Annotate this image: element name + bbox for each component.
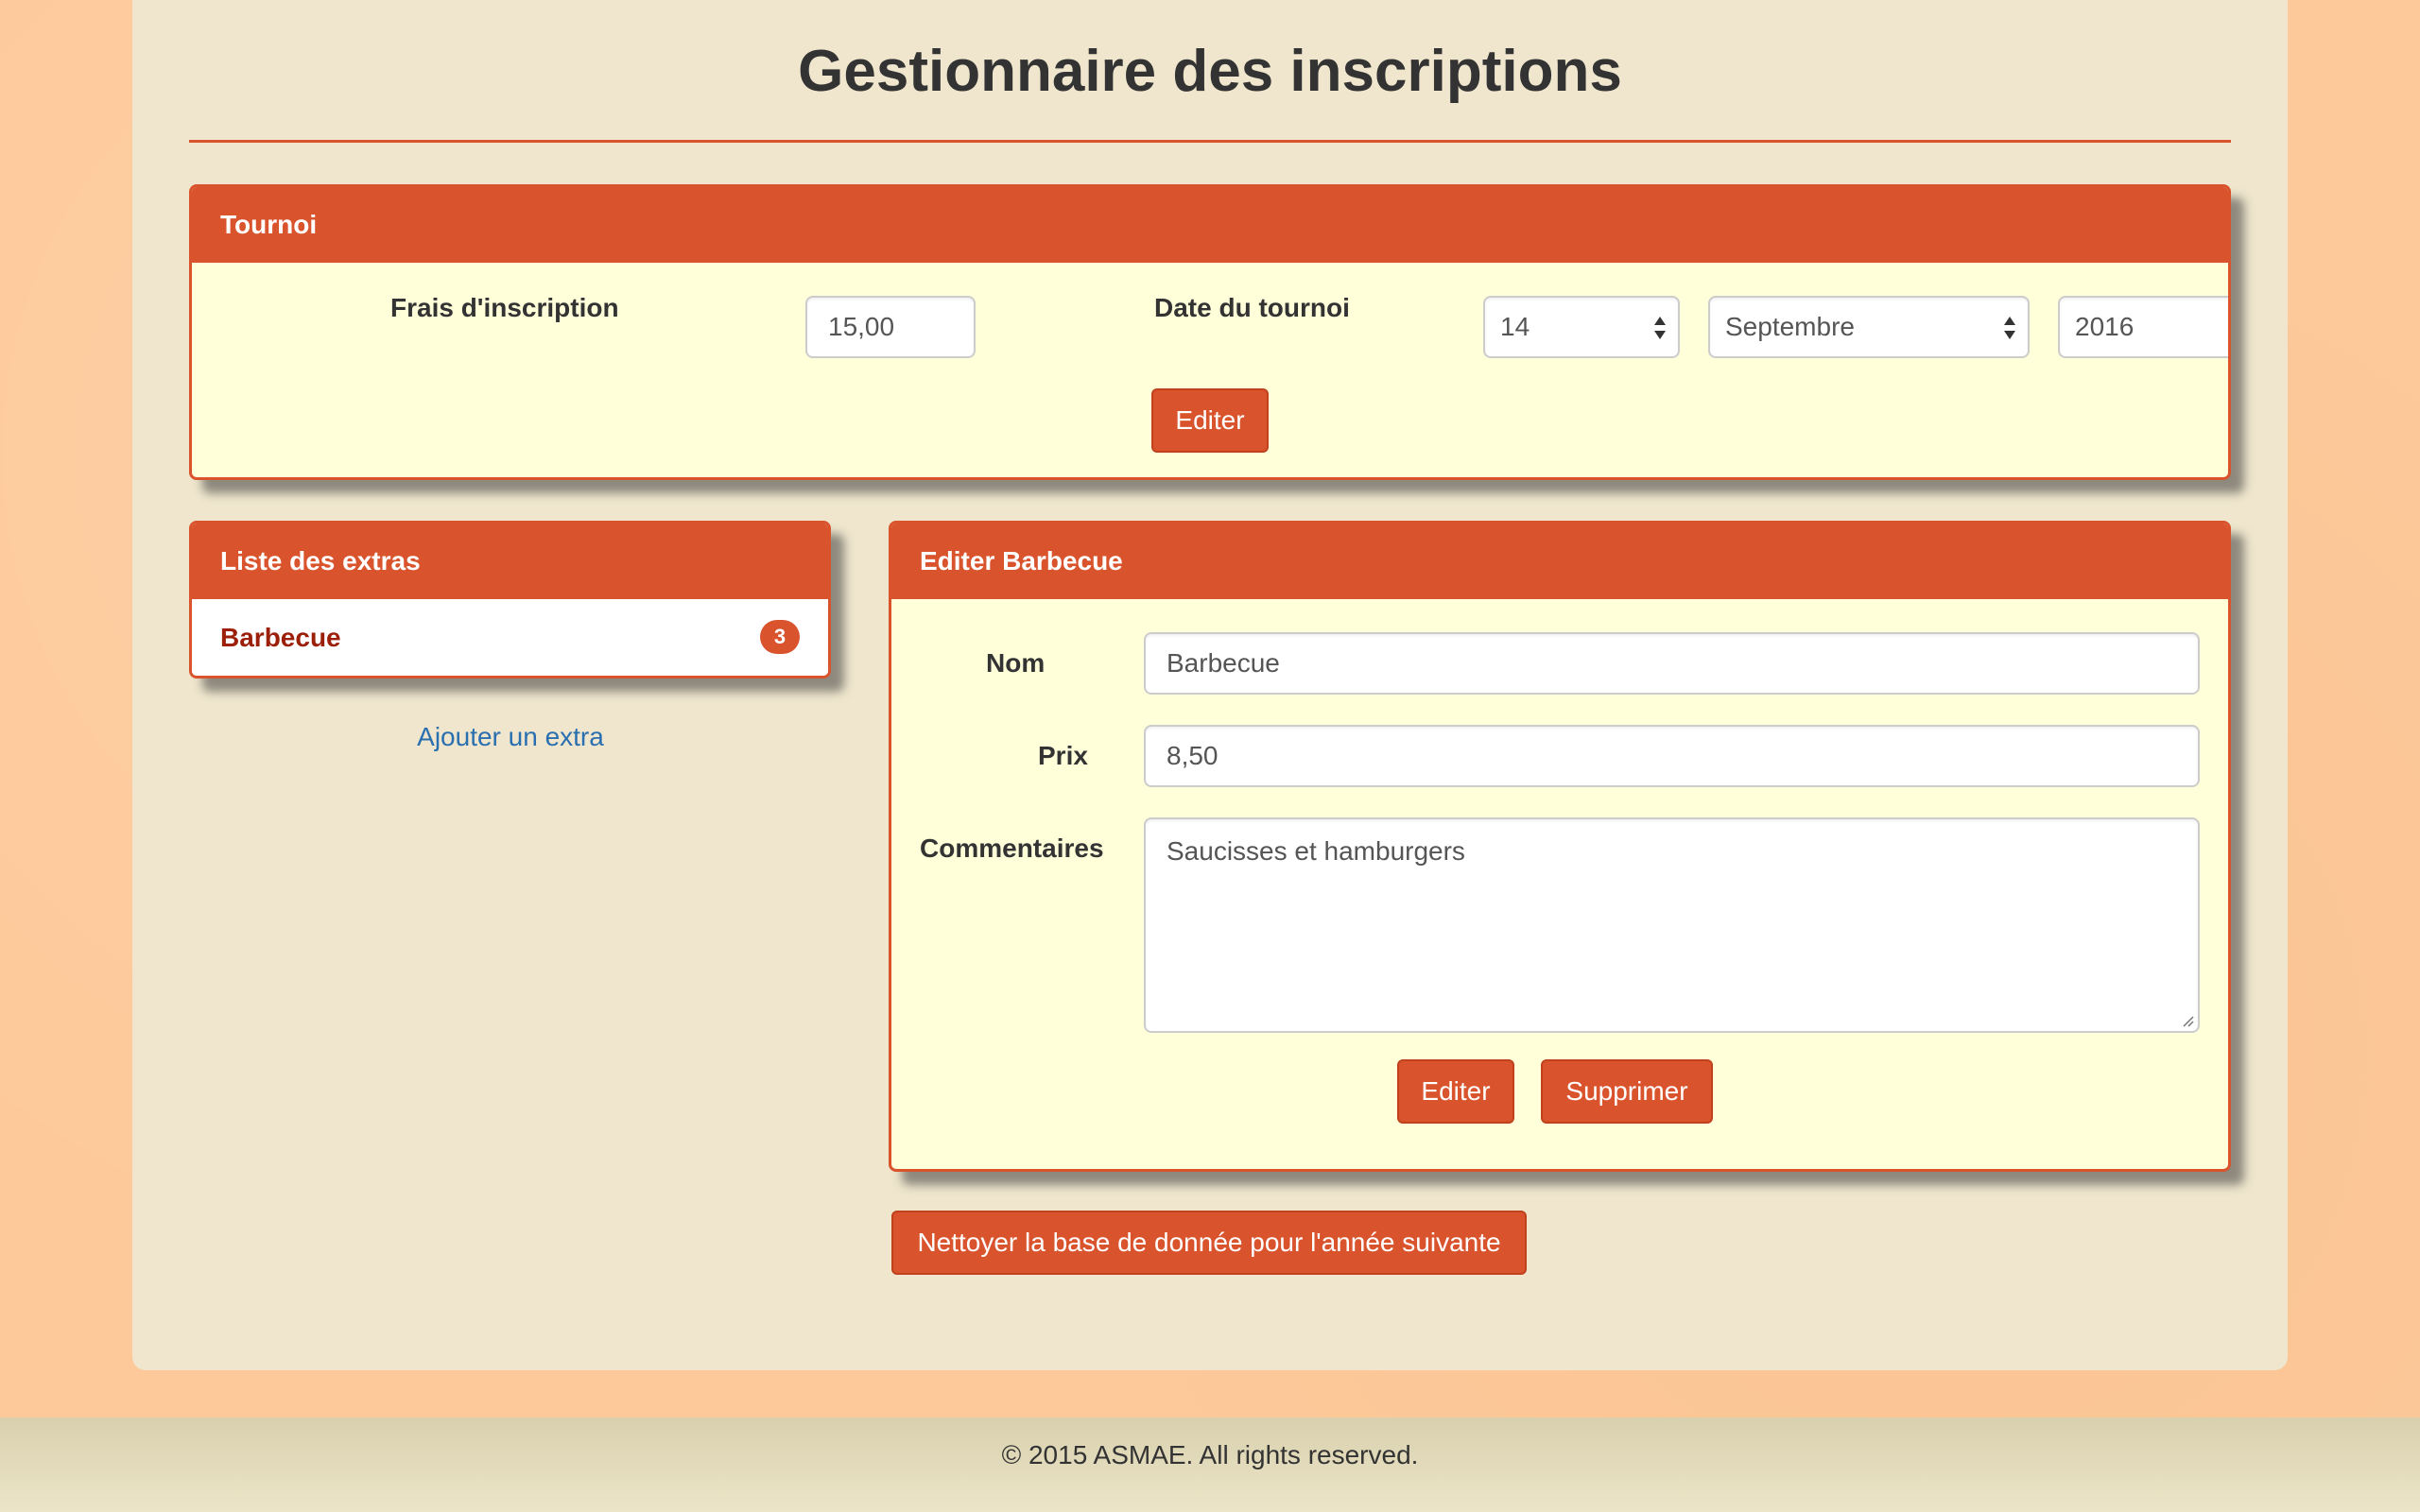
main-container: Gestionnaire des inscriptions Tournoi Fr… bbox=[132, 0, 2288, 1370]
year-select[interactable]: 2016 bbox=[2058, 296, 2228, 358]
extra-count-badge: 3 bbox=[760, 620, 800, 654]
extras-list-panel-heading: Liste des extras bbox=[192, 524, 828, 599]
tournoi-panel-heading: Tournoi bbox=[192, 187, 2228, 263]
day-select-value: 14 bbox=[1500, 312, 1530, 341]
comments-textarea[interactable]: Saucisses et hamburgers bbox=[1144, 817, 2200, 1033]
page-title: Gestionnaire des inscriptions bbox=[798, 39, 1622, 104]
add-extra-link[interactable]: Ajouter un extra bbox=[416, 718, 605, 756]
up-down-arrows-icon bbox=[1654, 317, 1666, 339]
registration-fee-input[interactable]: 15,00 bbox=[805, 296, 976, 358]
footer: © 2015 ASMAE. All rights reserved. bbox=[0, 1418, 2420, 1512]
extras-list-panel: Liste des extras Barbecue 3 bbox=[189, 521, 831, 679]
clean-database-button[interactable]: Nettoyer la base de donnée pour l'année … bbox=[891, 1211, 1527, 1275]
edit-extra-panel-heading: Editer Barbecue bbox=[891, 524, 2228, 599]
comments-text: Saucisses et hamburgers bbox=[1167, 836, 1465, 866]
name-input[interactable]: Barbecue bbox=[1144, 632, 2200, 695]
day-select[interactable]: 14 bbox=[1483, 296, 1680, 358]
edit-extra-button[interactable]: Editer bbox=[1397, 1059, 1514, 1124]
price-input[interactable]: 8,50 bbox=[1144, 725, 2200, 787]
comments-label: Commentaires bbox=[920, 833, 1104, 863]
list-item[interactable]: Barbecue 3 bbox=[192, 599, 828, 676]
tournoi-edit-button[interactable]: Editer bbox=[1151, 388, 1269, 453]
title-divider bbox=[189, 140, 2231, 143]
tournoi-panel: Tournoi Frais d'inscription 15,00 Date d… bbox=[189, 184, 2231, 480]
edit-extra-panel: Editer Barbecue Nom Barbecue Prix 8,50 C… bbox=[889, 521, 2231, 1172]
month-select[interactable]: Septembre bbox=[1708, 296, 2030, 358]
registration-fee-label: Frais d'inscription bbox=[390, 293, 619, 322]
month-select-value: Septembre bbox=[1725, 312, 1855, 341]
year-select-value: 2016 bbox=[2075, 312, 2135, 341]
copyright-text: © 2015 ASMAE. All rights reserved. bbox=[1001, 1440, 1419, 1469]
up-down-arrows-icon bbox=[2004, 317, 2015, 339]
extra-item-label: Barbecue bbox=[220, 623, 341, 652]
delete-extra-button[interactable]: Supprimer bbox=[1541, 1059, 1713, 1124]
tournament-date-label: Date du tournoi bbox=[1154, 293, 1350, 322]
resize-grip-icon[interactable] bbox=[2181, 1014, 2194, 1027]
